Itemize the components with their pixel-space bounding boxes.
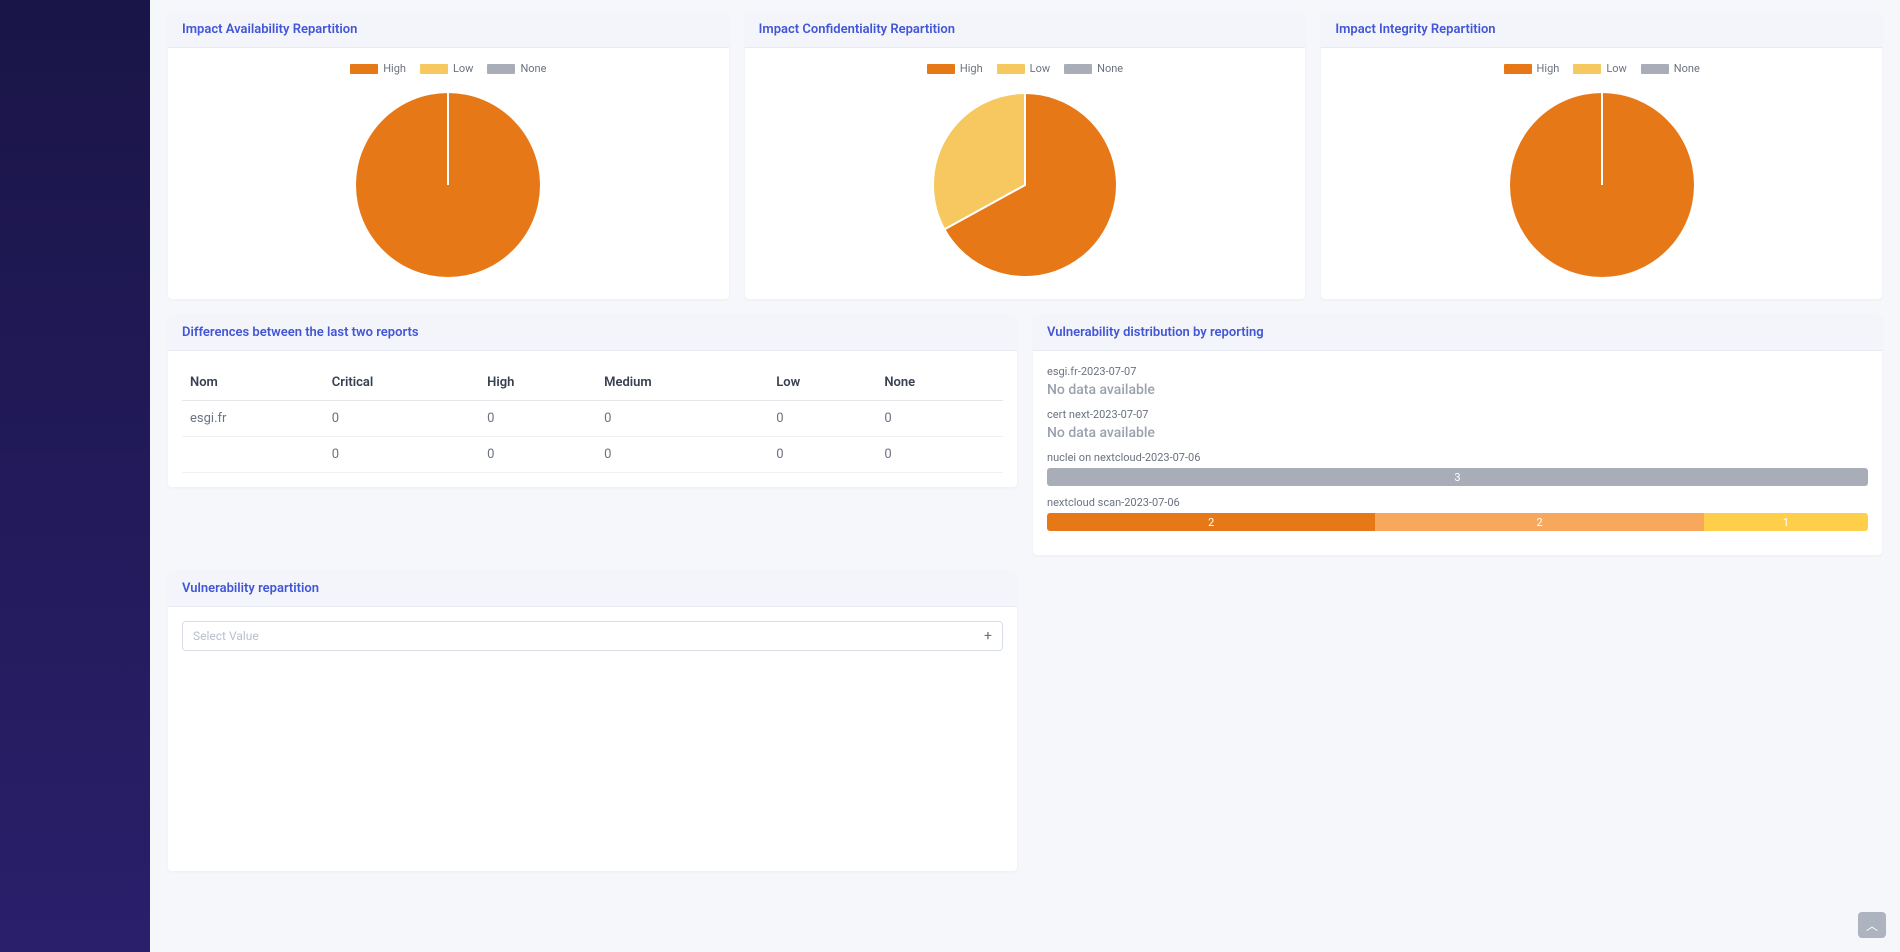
table-cell: 0 [596,401,768,437]
legend-label: Low [1606,62,1626,75]
legend-label: None [1674,62,1700,75]
table-header: Critical [324,365,479,401]
repartition-select[interactable]: Select Value + [182,621,1003,651]
pie-charts-row: Impact Availability Repartition High Low No… [168,12,1882,299]
chevron-up-icon: ︿ [1866,917,1878,934]
spacer [1033,571,1882,871]
legend-label: None [1097,62,1123,75]
legend-label: High [960,62,983,75]
differences-table: NomCriticalHighMediumLowNone esgi.fr0000… [182,365,1003,473]
pie-chart-body: High Low None [168,48,729,299]
table-row: esgi.fr00000 [182,401,1003,437]
legend-swatch [350,64,378,74]
table-cell: 0 [479,401,596,437]
chart-legend: High Low None [350,62,546,75]
legend-label: Low [453,62,473,75]
differences-title: Differences between the last two reports [168,315,1017,351]
no-data-text: No data available [1047,382,1868,398]
legend-item-none[interactable]: None [1641,62,1700,75]
distribution-label: cert next-2023-07-07 [1047,408,1868,421]
table-cell: 0 [768,437,876,473]
table-cell: 0 [876,437,1003,473]
table-header: High [479,365,596,401]
legend-label: None [520,62,546,75]
distribution-bar: 3 [1047,468,1868,486]
pie-chart [925,85,1125,285]
pie-chart [348,85,548,285]
legend-item-none[interactable]: None [1064,62,1123,75]
pie-chart-title: Impact Integrity Repartition [1321,12,1882,48]
sidebar [0,0,150,952]
legend-swatch [420,64,448,74]
table-header: Medium [596,365,768,401]
main-content: Impact Availability RepartitionHighLowNo… [150,0,1900,952]
legend-item-none[interactable]: None [487,62,546,75]
distribution-label: nextcloud scan-2023-07-06 [1047,496,1868,509]
table-cell [182,437,324,473]
legend-item-low[interactable]: Low [997,62,1050,75]
table-cell: 0 [324,401,479,437]
chart-legend: High Low None [927,62,1123,75]
pie-chart-card: Impact Integrity Repartition High Low None [1321,12,1882,299]
legend-item-high[interactable]: High [927,62,983,75]
distribution-label: nuclei on nextcloud-2023-07-06 [1047,451,1868,464]
table-cell: 0 [876,401,1003,437]
pie-chart-card: Impact Availability Repartition High Low No… [168,12,729,299]
plus-icon: + [984,628,992,644]
legend-swatch [1573,64,1601,74]
legend-item-low[interactable]: Low [420,62,473,75]
legend-swatch [927,64,955,74]
distribution-entry: nuclei on nextcloud-2023-07-06 3 [1047,451,1868,486]
differences-card: Differences between the last two reports… [168,315,1017,487]
legend-swatch [1064,64,1092,74]
legend-swatch [997,64,1025,74]
third-row: Vulnerability repartition Select Value + [168,571,1882,871]
legend-label: High [1537,62,1560,75]
legend-item-high[interactable]: High [350,62,406,75]
distribution-entry: nextcloud scan-2023-07-06221 [1047,496,1868,531]
pie-chart [1502,85,1702,285]
table-row: 00000 [182,437,1003,473]
legend-item-low[interactable]: Low [1573,62,1626,75]
repartition-title: Vulnerability repartition [168,571,1017,607]
distribution-title: Vulnerability distribution by reporting [1033,315,1882,351]
repartition-select-placeholder: Select Value [193,629,259,643]
legend-swatch [1641,64,1669,74]
pie-chart-title: Impact Confidentiality Repartition [745,12,1306,48]
legend-swatch [487,64,515,74]
distribution-bar: 221 [1047,513,1868,531]
pie-chart-title: Impact Availability Repartition [168,12,729,48]
distribution-entry: cert next-2023-07-07 No data available [1047,408,1868,441]
scroll-top-button[interactable]: ︿ [1858,912,1886,938]
pie-chart-card: Impact Confidentiality Repartition High Lo… [745,12,1306,299]
table-header: None [876,365,1003,401]
repartition-card: Vulnerability repartition Select Value + [168,571,1017,871]
table-header: Low [768,365,876,401]
second-row: Differences between the last two reports… [168,315,1882,555]
table-cell: 0 [479,437,596,473]
no-data-text: No data available [1047,425,1868,441]
legend-swatch [1504,64,1532,74]
table-cell: 0 [596,437,768,473]
bar-segment: 2 [1375,513,1703,531]
pie-chart-body: High Low None [1321,48,1882,299]
bar-segment: 2 [1047,513,1375,531]
table-cell: esgi.fr [182,401,324,437]
chart-legend: High Low None [1504,62,1700,75]
table-cell: 0 [768,401,876,437]
bar-segment: 3 [1047,468,1868,486]
table-header: Nom [182,365,324,401]
distribution-entry: esgi.fr-2023-07-07 No data available [1047,365,1868,398]
bar-segment: 1 [1704,513,1868,531]
pie-chart-body: High Low None [745,48,1306,299]
legend-label: Low [1030,62,1050,75]
legend-item-high[interactable]: High [1504,62,1560,75]
distribution-card: Vulnerability distribution by reporting … [1033,315,1882,555]
legend-label: High [383,62,406,75]
distribution-label: esgi.fr-2023-07-07 [1047,365,1868,378]
table-cell: 0 [324,437,479,473]
